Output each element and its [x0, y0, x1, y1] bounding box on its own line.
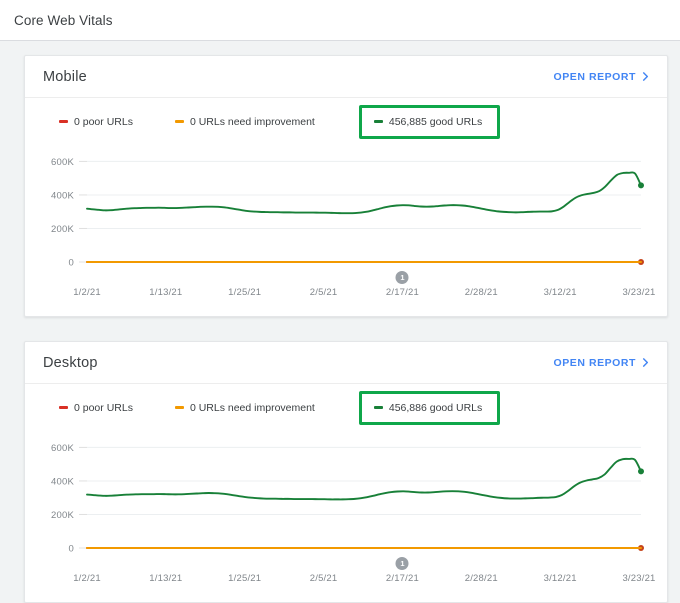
x-axis-tick-label: 2/28/21	[464, 287, 498, 298]
card-title-mobile: Mobile	[43, 68, 87, 85]
chart-annotation-marker[interactable]: 1	[395, 271, 409, 284]
legend-swatch-good-icon	[373, 406, 383, 409]
x-axis-tick-label: 2/5/21	[309, 287, 338, 298]
x-axis-tick-label: 3/23/21	[622, 287, 656, 298]
chart-annotation-marker[interactable]: 1	[395, 557, 409, 570]
chart-desktop[interactable]: 0 200K 400K 600K	[25, 426, 667, 566]
y-axis-label: 0	[69, 258, 74, 269]
legend-label-need-improvement: 0 URLs need improvement	[189, 115, 315, 128]
card-title-desktop: Desktop	[43, 354, 98, 371]
y-axis-label: 600K	[51, 443, 74, 454]
card-mobile: Mobile OPEN REPORT 0 poor URLs 0 URLs ne…	[24, 55, 668, 317]
legend-label-good: 456,886 good URLs	[388, 401, 483, 414]
legend-label-good: 456,885 good URLs	[388, 115, 483, 128]
legend-item-poor-desktop[interactable]: 0 poor URLs	[59, 402, 133, 414]
x-axis-desktop: 1/2/21 1/13/21 1/25/21 2/5/21 2/17/21 2/28/21…	[73, 557, 655, 588]
x-axis-tick-label: 2/17/21	[385, 287, 419, 298]
legend-label-need-improvement: 0 URLs need improvement	[189, 401, 315, 414]
card-header-desktop: Desktop OPEN REPORT	[25, 342, 667, 384]
legend-item-good-mobile[interactable]: 456,885 good URLs	[358, 104, 501, 139]
legend-item-need-improvement-desktop[interactable]: 0 URLs need improvement	[174, 401, 315, 414]
y-axis-label: 400K	[51, 476, 74, 487]
y-axis-label: 200K	[51, 224, 74, 235]
card-desktop: Desktop OPEN REPORT 0 poor URLs 0 URLs n…	[24, 341, 668, 603]
x-axis-tick-label: 1/2/21	[73, 287, 101, 298]
open-report-link-desktop[interactable]: OPEN REPORT	[554, 357, 650, 369]
open-report-label: OPEN REPORT	[553, 356, 636, 369]
legend-swatch-good-icon	[373, 120, 383, 123]
y-axis-label: 200K	[51, 510, 74, 521]
page-title: Core Web Vitals	[14, 12, 113, 28]
app-header: Core Web Vitals	[0, 0, 680, 41]
x-axis-tick-label: 1/13/21	[149, 287, 183, 298]
x-axis-tick-label: 3/23/21	[622, 573, 656, 584]
x-axis-tick-label: 1/13/21	[149, 573, 183, 584]
y-axis-label: 400K	[51, 190, 74, 201]
page-content: Mobile OPEN REPORT 0 poor URLs 0 URLs ne…	[0, 41, 680, 603]
x-axis-tick-label: 3/12/21	[543, 287, 577, 298]
chevron-right-icon	[641, 72, 650, 81]
legend-swatch-poor-icon	[59, 406, 68, 409]
x-axis-tick-label: 3/12/21	[543, 573, 577, 584]
x-axis-tick-label: 1/2/21	[73, 573, 101, 584]
legend-item-poor-mobile[interactable]: 0 poor URLs	[59, 116, 133, 128]
legend-item-good-desktop[interactable]: 456,886 good URLs	[358, 390, 501, 425]
x-axis-tick-label: 2/5/21	[309, 573, 338, 584]
legend-swatch-need-improvement-icon	[174, 406, 184, 409]
x-axis-tick-label: 1/25/21	[228, 573, 262, 584]
chevron-right-icon	[641, 358, 650, 367]
series-line	[86, 457, 642, 501]
x-axis-tick-label: 2/28/21	[464, 573, 498, 584]
legend-label-poor: 0 poor URLs	[74, 401, 133, 414]
legend-swatch-need-improvement-icon	[174, 120, 184, 123]
series-end-marker	[638, 468, 644, 475]
chart-svg-desktop: 0 200K 400K 600K	[51, 443, 644, 555]
card-header-mobile: Mobile OPEN REPORT	[25, 56, 667, 98]
y-axis-label: 600K	[51, 157, 74, 168]
open-report-link-mobile[interactable]: OPEN REPORT	[554, 71, 650, 83]
legend-swatch-poor-icon	[59, 120, 68, 123]
open-report-label: OPEN REPORT	[553, 70, 636, 83]
chart-mobile[interactable]: 0 200K 400K 600K	[25, 140, 667, 280]
series-end-marker	[638, 182, 644, 189]
series-line	[86, 171, 642, 215]
x-axis-tick-label: 1/25/21	[228, 287, 262, 298]
chart-svg-mobile: 0 200K 400K 600K	[51, 157, 644, 269]
legend-desktop: 0 poor URLs 0 URLs need improvement 456,…	[25, 384, 667, 426]
x-axis-tick-label: 2/17/21	[385, 573, 419, 584]
legend-mobile: 0 poor URLs 0 URLs need improvement 456,…	[25, 98, 667, 140]
legend-label-poor: 0 poor URLs	[74, 115, 133, 128]
x-axis-mobile: 1/2/21 1/13/21 1/25/21 2/5/21 2/17/21 2/28/21…	[73, 271, 655, 302]
legend-item-need-improvement-mobile[interactable]: 0 URLs need improvement	[174, 115, 315, 128]
y-axis-label: 0	[69, 544, 74, 555]
